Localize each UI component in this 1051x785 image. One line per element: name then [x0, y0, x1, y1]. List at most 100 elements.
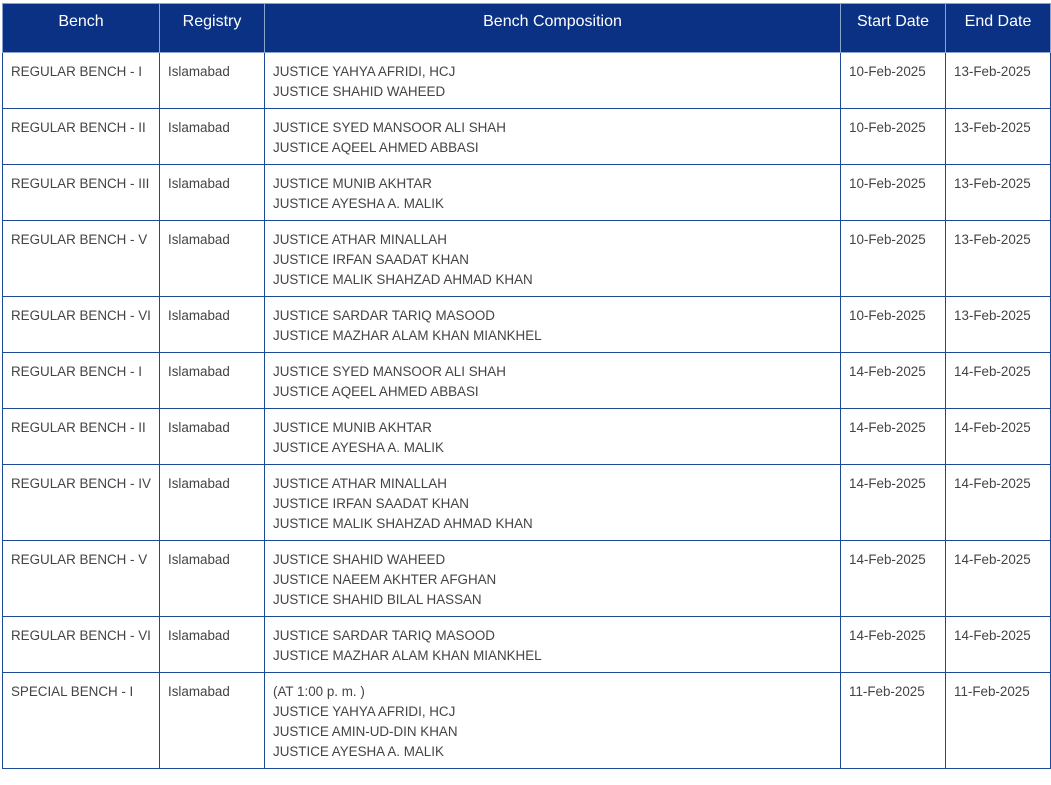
- cell-registry: Islamabad: [159, 616, 265, 673]
- cell-start-date: 14-Feb-2025: [840, 616, 946, 673]
- composition-line: JUSTICE NAEEM AKHTER AFGHAN: [273, 572, 497, 587]
- table-row: REGULAR BENCH - I Islamabad JUSTICE SYED M…: [2, 352, 1051, 409]
- cell-bench-composition: (AT 1:00 p. m. ) JUSTICE YAHYA AFRIDI, HC…: [264, 672, 841, 769]
- cell-bench-composition: JUSTICE SYED MANSOOR ALI SHAH JUSTICE AQE…: [264, 352, 841, 409]
- table-row: REGULAR BENCH - V Islamabad JUSTICE ATHAR …: [2, 220, 1051, 297]
- cell-end-date: 13-Feb-2025: [945, 164, 1051, 221]
- composition-line: JUSTICE AQEEL AHMED ABBASI: [273, 384, 479, 399]
- composition-line: JUSTICE SARDAR TARIQ MASOOD: [273, 628, 495, 643]
- composition-line: JUSTICE YAHYA AFRIDI, HCJ: [273, 64, 456, 79]
- cell-start-date: 14-Feb-2025: [840, 464, 946, 541]
- cell-start-date: 10-Feb-2025: [840, 164, 946, 221]
- cell-bench-composition: JUSTICE ATHAR MINALLAH JUSTICE IRFAN SAAD…: [264, 464, 841, 541]
- cell-bench: REGULAR BENCH - I: [2, 352, 160, 409]
- composition-line: JUSTICE ATHAR MINALLAH: [273, 232, 447, 247]
- cell-registry: Islamabad: [159, 540, 265, 617]
- composition-line: JUSTICE MALIK SHAHZAD AHMAD KHAN: [273, 272, 533, 287]
- cell-bench: REGULAR BENCH - VI: [2, 616, 160, 673]
- composition-line: JUSTICE SHAHID WAHEED: [273, 552, 446, 567]
- cell-registry: Islamabad: [159, 672, 265, 769]
- cell-registry: Islamabad: [159, 164, 265, 221]
- cell-start-date: 14-Feb-2025: [840, 352, 946, 409]
- composition-line: JUSTICE MAZHAR ALAM KHAN MIANKHEL: [273, 328, 542, 343]
- composition-line: JUSTICE AYESHA A. MALIK: [273, 744, 444, 759]
- table-header-row: Bench Registry Bench Composition Start D…: [2, 3, 1051, 53]
- table-row: REGULAR BENCH - I Islamabad JUSTICE YAHYA …: [2, 52, 1051, 109]
- header-bench-composition: Bench Composition: [264, 3, 841, 53]
- cell-registry: Islamabad: [159, 464, 265, 541]
- cell-end-date: 13-Feb-2025: [945, 220, 1051, 297]
- cell-start-date: 10-Feb-2025: [840, 52, 946, 109]
- cell-bench-composition: JUSTICE ATHAR MINALLAH JUSTICE IRFAN SAAD…: [264, 220, 841, 297]
- cell-bench: REGULAR BENCH - I: [2, 52, 160, 109]
- composition-line: JUSTICE MUNIB AKHTAR: [273, 176, 432, 191]
- cell-bench-composition: JUSTICE YAHYA AFRIDI, HCJ JUSTICE SHAHID …: [264, 52, 841, 109]
- cell-bench: REGULAR BENCH - II: [2, 108, 160, 165]
- composition-line: JUSTICE MAZHAR ALAM KHAN MIANKHEL: [273, 648, 542, 663]
- cell-end-date: 13-Feb-2025: [945, 52, 1051, 109]
- bench-table-container: Bench Registry Bench Composition Start D…: [2, 3, 1051, 769]
- cell-registry: Islamabad: [159, 352, 265, 409]
- cell-end-date: 11-Feb-2025: [945, 672, 1051, 769]
- table-row: REGULAR BENCH - II Islamabad JUSTICE MUNIB…: [2, 408, 1051, 465]
- composition-line: JUSTICE AYESHA A. MALIK: [273, 440, 444, 455]
- cell-bench-composition: JUSTICE SARDAR TARIQ MASOOD JUSTICE MAZHA…: [264, 616, 841, 673]
- cell-bench-composition: JUSTICE SYED MANSOOR ALI SHAH JUSTICE AQE…: [264, 108, 841, 165]
- table-row: REGULAR BENCH - V Islamabad JUSTICE SHAHID…: [2, 540, 1051, 617]
- cell-bench: REGULAR BENCH - V: [2, 220, 160, 297]
- cell-start-date: 10-Feb-2025: [840, 296, 946, 353]
- composition-line: JUSTICE SYED MANSOOR ALI SHAH: [273, 120, 506, 135]
- composition-line: JUSTICE ATHAR MINALLAH: [273, 476, 447, 491]
- table-row: SPECIAL BENCH - I Islamabad (AT 1:00 p. m.…: [2, 672, 1051, 769]
- cell-end-date: 14-Feb-2025: [945, 408, 1051, 465]
- composition-line: (AT 1:00 p. m. ): [273, 684, 365, 699]
- composition-line: JUSTICE AYESHA A. MALIK: [273, 196, 444, 211]
- table-body: REGULAR BENCH - I Islamabad JUSTICE YAHYA …: [2, 52, 1051, 769]
- composition-line: JUSTICE SARDAR TARIQ MASOOD: [273, 308, 495, 323]
- cell-bench: REGULAR BENCH - IV: [2, 464, 160, 541]
- bench-table: Bench Registry Bench Composition Start D…: [2, 3, 1051, 769]
- header-bench: Bench: [2, 3, 160, 53]
- cell-bench: REGULAR BENCH - II: [2, 408, 160, 465]
- cell-bench: SPECIAL BENCH - I: [2, 672, 160, 769]
- composition-line: JUSTICE YAHYA AFRIDI, HCJ: [273, 704, 456, 719]
- composition-line: JUSTICE SHAHID BILAL HASSAN: [273, 592, 482, 607]
- cell-bench: REGULAR BENCH - V: [2, 540, 160, 617]
- cell-end-date: 14-Feb-2025: [945, 540, 1051, 617]
- cell-end-date: 14-Feb-2025: [945, 464, 1051, 541]
- table-row: REGULAR BENCH - III Islamabad JUSTICE MUNI…: [2, 164, 1051, 221]
- table-row: REGULAR BENCH - IV Islamabad JUSTICE ATHAR…: [2, 464, 1051, 541]
- cell-start-date: 11-Feb-2025: [840, 672, 946, 769]
- cell-start-date: 14-Feb-2025: [840, 408, 946, 465]
- cell-bench: REGULAR BENCH - VI: [2, 296, 160, 353]
- cell-end-date: 13-Feb-2025: [945, 108, 1051, 165]
- cell-start-date: 10-Feb-2025: [840, 108, 946, 165]
- cell-end-date: 13-Feb-2025: [945, 296, 1051, 353]
- composition-line: JUSTICE IRFAN SAADAT KHAN: [273, 496, 469, 511]
- cell-start-date: 14-Feb-2025: [840, 540, 946, 617]
- cell-start-date: 10-Feb-2025: [840, 220, 946, 297]
- composition-line: JUSTICE AMIN-UD-DIN KHAN: [273, 724, 458, 739]
- cell-bench-composition: JUSTICE MUNIB AKHTAR JUSTICE AYESHA A. MA…: [264, 408, 841, 465]
- cell-registry: Islamabad: [159, 108, 265, 165]
- cell-registry: Islamabad: [159, 408, 265, 465]
- composition-line: JUSTICE IRFAN SAADAT KHAN: [273, 252, 469, 267]
- header-registry: Registry: [159, 3, 265, 53]
- composition-line: JUSTICE MUNIB AKHTAR: [273, 420, 432, 435]
- cell-bench-composition: JUSTICE MUNIB AKHTAR JUSTICE AYESHA A. MA…: [264, 164, 841, 221]
- cell-bench-composition: JUSTICE SHAHID WAHEED JUSTICE NAEEM AKHTE…: [264, 540, 841, 617]
- header-start-date: Start Date: [840, 3, 946, 53]
- table-row: REGULAR BENCH - VI Islamabad JUSTICE SARDA…: [2, 616, 1051, 673]
- cell-bench: REGULAR BENCH - III: [2, 164, 160, 221]
- table-row: REGULAR BENCH - VI Islamabad JUSTICE SARDA…: [2, 296, 1051, 353]
- cell-registry: Islamabad: [159, 296, 265, 353]
- composition-line: JUSTICE SHAHID WAHEED: [273, 84, 446, 99]
- cell-end-date: 14-Feb-2025: [945, 352, 1051, 409]
- composition-line: JUSTICE MALIK SHAHZAD AHMAD KHAN: [273, 516, 533, 531]
- cell-registry: Islamabad: [159, 52, 265, 109]
- header-end-date: End Date: [945, 3, 1051, 53]
- cell-end-date: 14-Feb-2025: [945, 616, 1051, 673]
- cell-registry: Islamabad: [159, 220, 265, 297]
- cell-bench-composition: JUSTICE SARDAR TARIQ MASOOD JUSTICE MAZHA…: [264, 296, 841, 353]
- composition-line: JUSTICE SYED MANSOOR ALI SHAH: [273, 364, 506, 379]
